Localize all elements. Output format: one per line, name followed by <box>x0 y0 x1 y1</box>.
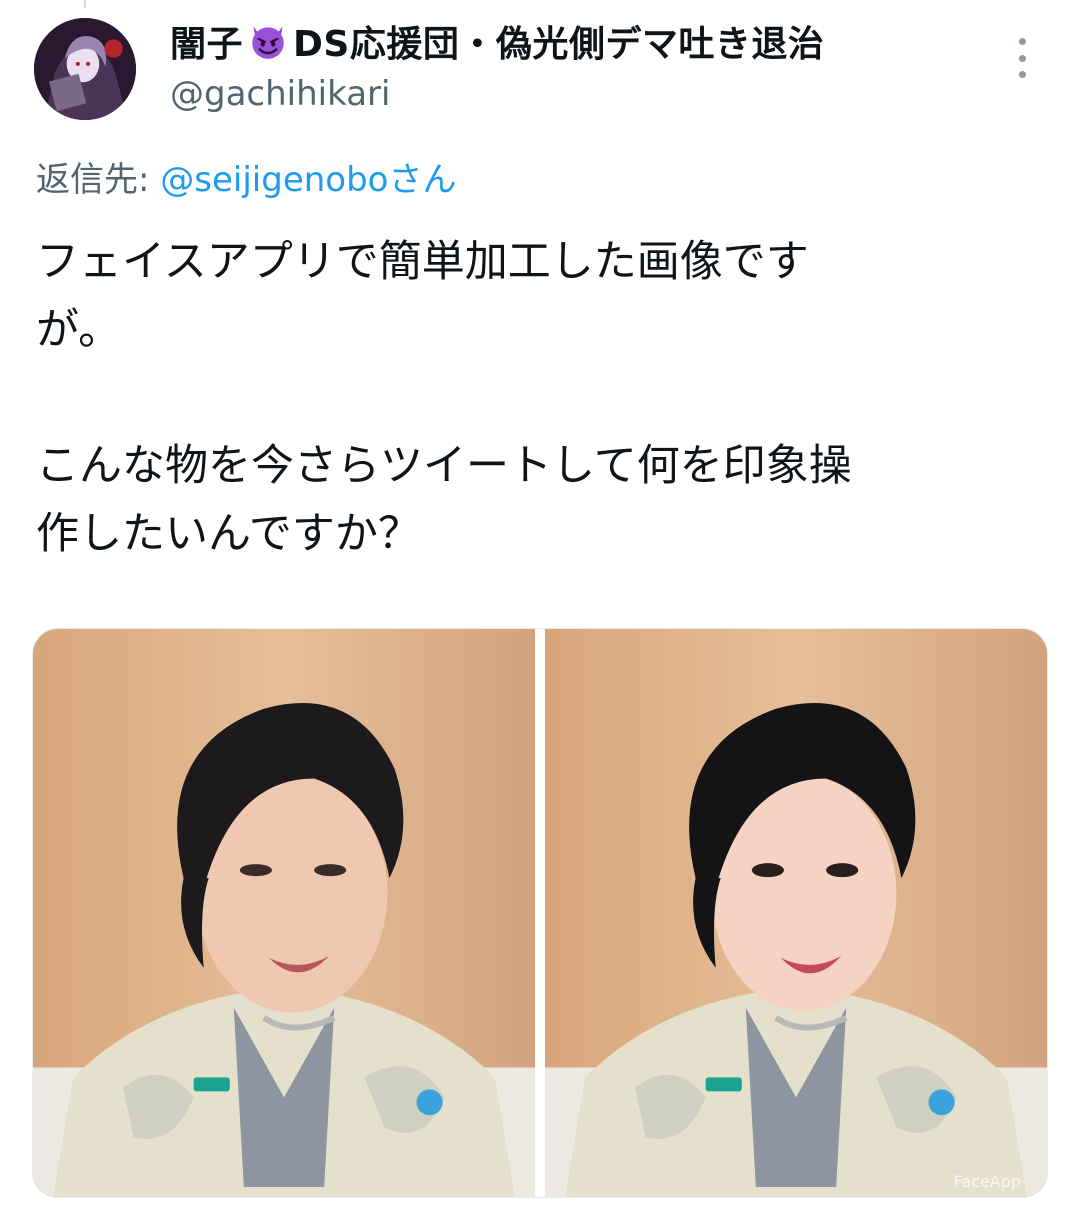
more-vertical-icon[interactable] <box>1012 38 1032 78</box>
photo-after[interactable] <box>545 629 1047 1197</box>
reply-context: 返信先: @seijigenoboさん <box>36 152 456 201</box>
portrait-photo-after <box>545 629 1047 1197</box>
display-name[interactable]: 闇子 DS応援団・偽光側デマ吐き退治 <box>170 16 824 66</box>
more-dot <box>1018 71 1026 78</box>
tweet-text: フェイスアプリで簡単加工した画像です が。 こんな物を今さらツイートして何を印象… <box>36 228 1026 568</box>
reply-label: 返信先: <box>36 160 161 200</box>
tweet-text-line: 作したいんですか？ <box>36 509 421 559</box>
avatar-illustration <box>34 18 136 120</box>
avatar[interactable] <box>34 18 136 120</box>
reply-mention-link[interactable]: @seijigenoboさん <box>160 160 456 200</box>
thread-connector <box>84 0 86 8</box>
more-dot <box>1018 38 1026 45</box>
media-gallery: FaceApp <box>32 628 1048 1198</box>
faceapp-watermark: FaceApp <box>953 1172 1021 1191</box>
user-handle[interactable]: @gachihikari <box>170 74 390 114</box>
display-name-text: 闇子 <box>170 24 244 65</box>
smiling-devil-emoji <box>252 26 284 59</box>
tweet-text-line: こんな物を今さらツイートして何を印象操 <box>36 441 852 491</box>
display-name-tail: DS応援団・偽光側デマ吐き退治 <box>293 24 825 65</box>
portrait-photo-before <box>33 629 535 1197</box>
more-dot <box>1018 54 1026 62</box>
tweet-text-line: が。 <box>36 305 122 355</box>
tweet-text-line: フェイスアプリで簡単加工した画像です <box>36 237 809 287</box>
photo-before[interactable] <box>33 629 535 1197</box>
